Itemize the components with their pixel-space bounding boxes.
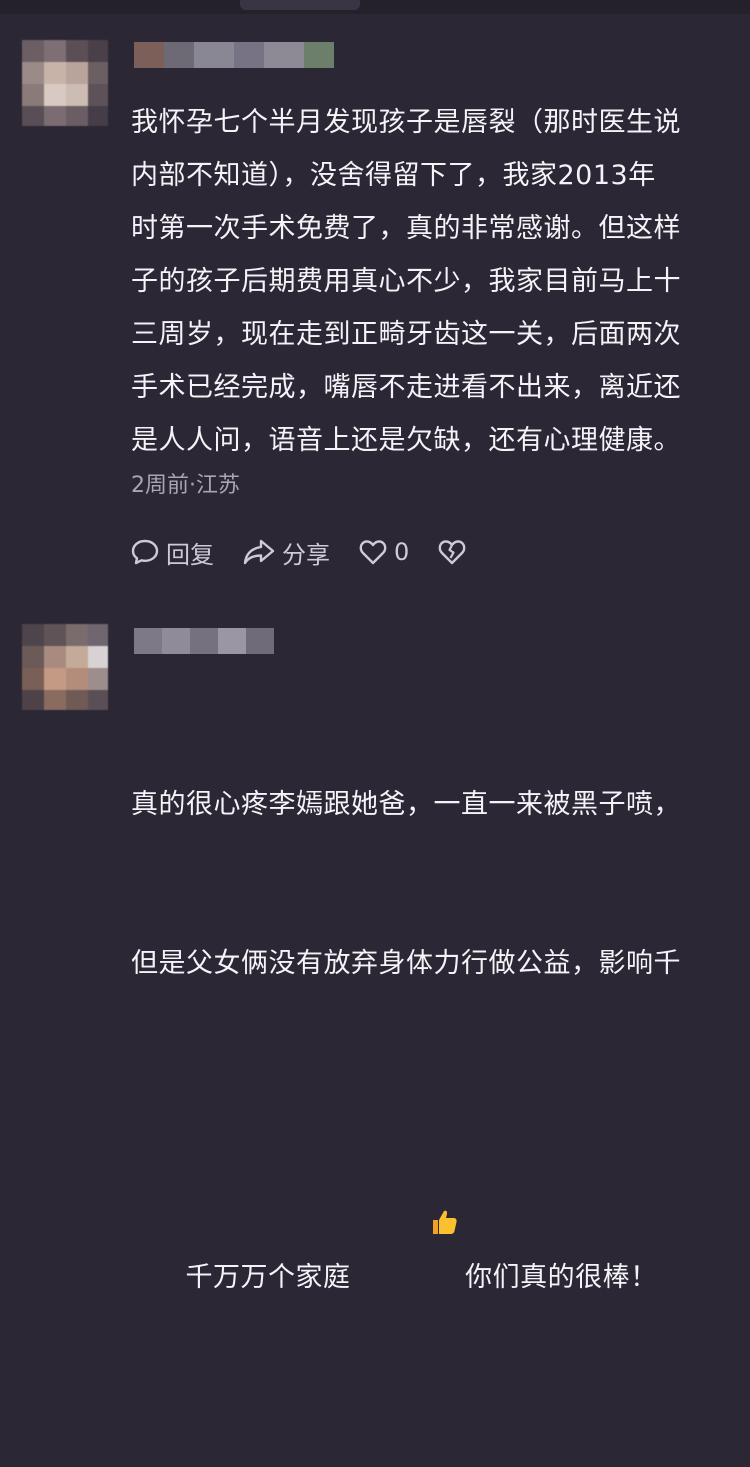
share-button[interactable]: 分享: [242, 535, 330, 570]
broken-heart-icon: [438, 540, 466, 565]
reply-button[interactable]: 回复: [130, 535, 214, 570]
comment-text-segment: 你们真的很棒！: [465, 1262, 658, 1293]
top-header-strip: [0, 0, 750, 14]
comment-text: 真的很心疼李嫣跟她爸，一直一来被黑子喷， 但是父女俩没有放弃身体力行做公益，影响…: [131, 672, 741, 1467]
username-blurred[interactable]: [134, 42, 334, 68]
comment-meta: 2周前·江苏: [131, 473, 240, 498]
comment-text-line: 但是父女俩没有放弃身体力行做公益，影响千: [131, 948, 681, 979]
comment-actions: 回复 分享 0: [130, 535, 501, 569]
dislike-button[interactable]: [437, 537, 473, 567]
like-count: 0: [394, 538, 410, 566]
reply-label: 回复: [166, 540, 214, 569]
thumbs-up-icon: [433, 1210, 457, 1234]
comment-text-segment: 千万万个家庭: [185, 1262, 351, 1293]
thumbs-up-emoji: [357, 1149, 460, 1308]
like-button[interactable]: 0: [358, 537, 409, 567]
username-blurred[interactable]: [134, 628, 274, 654]
comment-text: 我怀孕七个半月发现孩子是唇裂（那时医生说 内部不知道），没舍得留下了，我家201…: [131, 107, 681, 456]
share-arrow-icon: [243, 539, 275, 565]
share-label: 分享: [282, 540, 330, 569]
avatar-blurred[interactable]: [22, 624, 108, 710]
comment-bubble-icon: [131, 539, 159, 565]
comment-text-line: 真的很心疼李嫣跟她爸，一直一来被黑子喷，: [131, 789, 681, 820]
comment-text-line: 千万万个家庭 你们真的很棒！: [131, 1096, 741, 1361]
heart-icon: [359, 540, 387, 565]
avatar-blurred[interactable]: [22, 40, 108, 126]
